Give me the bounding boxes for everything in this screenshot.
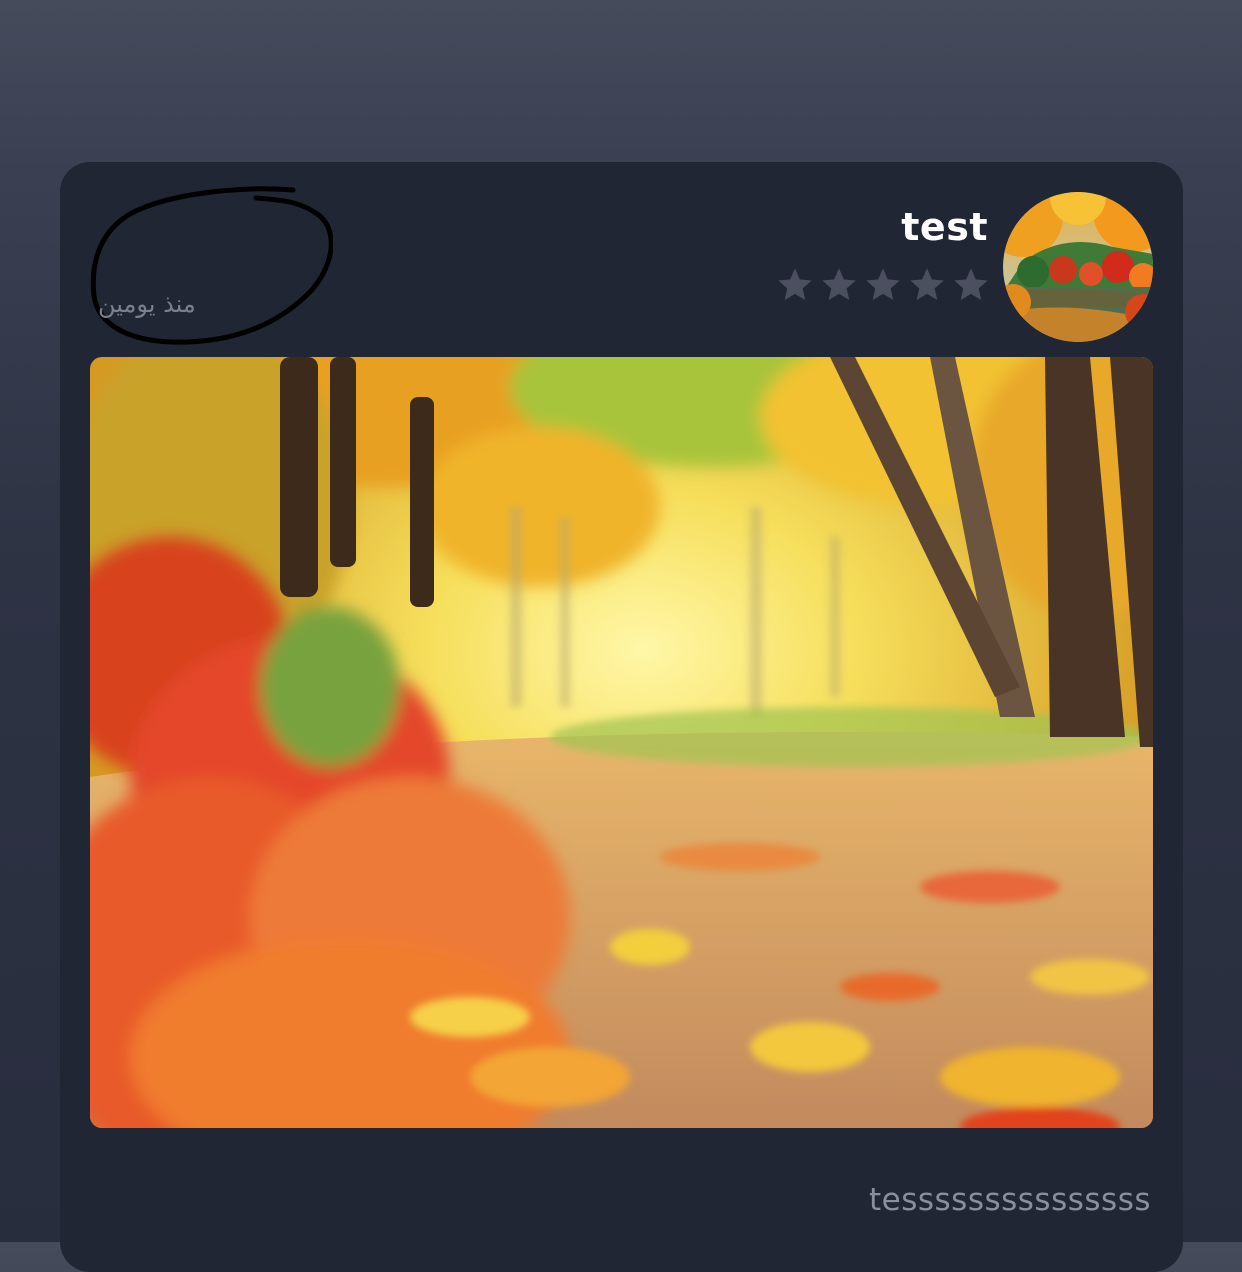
star-icon[interactable] (775, 265, 815, 305)
user-name[interactable]: test (901, 202, 988, 252)
post-caption: tesssssssssssssss (869, 1182, 1151, 1218)
post-image[interactable] (90, 357, 1153, 1128)
star-icon[interactable] (819, 265, 859, 305)
post-card: منذ يومين test tesssssssssssssss (60, 162, 1183, 1272)
star-rating[interactable] (775, 265, 991, 305)
post-time: منذ يومين (98, 290, 196, 318)
star-icon[interactable] (907, 265, 947, 305)
star-icon[interactable] (951, 265, 991, 305)
hand-drawn-circle-annotation (90, 186, 333, 345)
star-icon[interactable] (863, 265, 903, 305)
user-avatar[interactable] (1003, 192, 1153, 342)
